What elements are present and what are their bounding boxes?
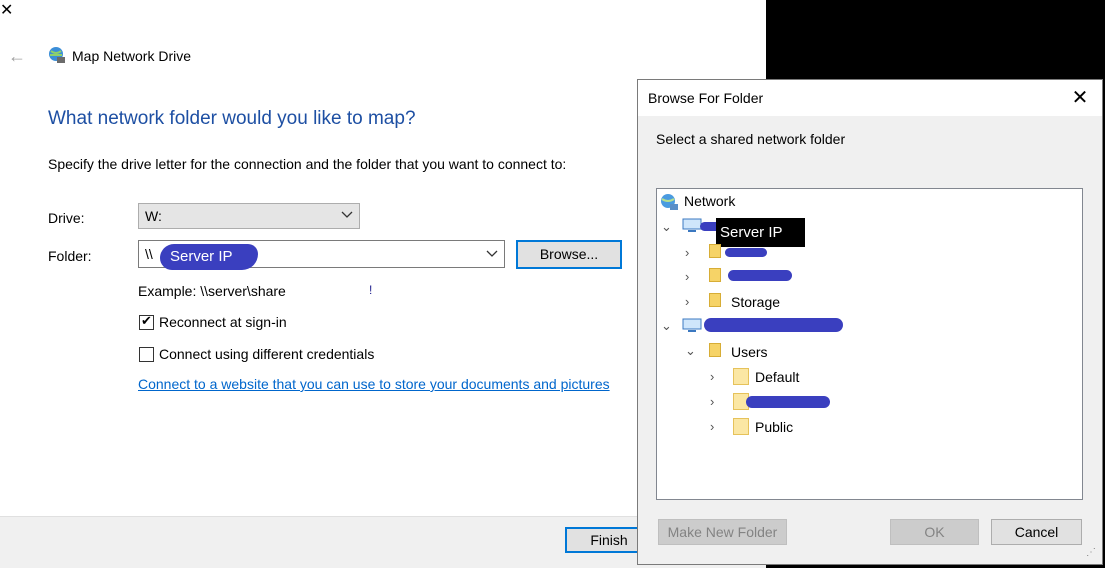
- chevron-down-icon[interactable]: ⌄: [685, 343, 696, 359]
- folder-icon: [709, 268, 721, 282]
- cancel-button[interactable]: Cancel: [991, 519, 1082, 545]
- chevron-right-icon[interactable]: ›: [685, 269, 689, 284]
- resize-grip-icon[interactable]: ⋰: [1086, 547, 1096, 558]
- tree-item-network[interactable]: Network: [684, 193, 735, 209]
- reconnect-checkbox[interactable]: ✔: [139, 313, 154, 330]
- redaction-scribble: [728, 270, 792, 281]
- drive-value: W:: [145, 208, 162, 224]
- folder-label: Folder:: [48, 248, 92, 264]
- checkmark-icon: ✔: [141, 313, 152, 328]
- instruction-text: Specify the drive letter for the connect…: [48, 156, 567, 172]
- folder-icon: [733, 418, 749, 435]
- chevron-right-icon[interactable]: ›: [685, 245, 689, 260]
- browse-button[interactable]: Browse...: [516, 240, 622, 269]
- stray-mark: !: [369, 283, 373, 297]
- redaction-scribble: [746, 396, 830, 408]
- dialog-instruction: Select a shared network folder: [656, 131, 846, 147]
- drive-label: Drive:: [48, 210, 85, 226]
- tree-item-default[interactable]: Default: [755, 369, 799, 385]
- wizard-title: Map Network Drive: [72, 48, 192, 64]
- folder-value: \\: [145, 246, 153, 262]
- folder-icon: [709, 293, 721, 307]
- ok-button[interactable]: OK: [890, 519, 979, 545]
- computer-icon: [682, 218, 702, 232]
- credentials-checkbox[interactable]: [139, 347, 154, 362]
- tree-item-public[interactable]: Public: [755, 419, 793, 435]
- network-drive-icon: [49, 47, 65, 63]
- drive-select[interactable]: W:: [138, 203, 360, 229]
- chevron-right-icon[interactable]: ›: [710, 394, 714, 409]
- example-text: Example: \\server\share: [138, 283, 286, 299]
- chevron-down-icon: [341, 211, 353, 218]
- close-icon[interactable]: ✕: [1070, 88, 1090, 108]
- folder-icon: [733, 368, 749, 385]
- tree-item-storage[interactable]: Storage: [731, 294, 780, 310]
- network-icon: [661, 194, 678, 210]
- tree-item-users[interactable]: Users: [731, 344, 768, 360]
- server-ip-tooltip: Server IP: [716, 218, 805, 247]
- redaction-scribble: [704, 318, 843, 332]
- chevron-right-icon[interactable]: ›: [710, 419, 714, 434]
- make-new-folder-button[interactable]: Make New Folder: [658, 519, 787, 545]
- page-heading: What network folder would you like to ma…: [48, 108, 416, 129]
- credentials-label[interactable]: Connect using different credentials: [159, 346, 374, 362]
- wizard-close-icon[interactable]: ✕: [0, 0, 13, 20]
- chevron-down-icon[interactable]: ⌄: [661, 219, 672, 235]
- back-arrow-icon[interactable]: ←: [8, 46, 28, 66]
- reconnect-label[interactable]: Reconnect at sign-in: [159, 314, 287, 330]
- redaction-scribble: [725, 248, 767, 257]
- website-link[interactable]: Connect to a website that you can use to…: [138, 376, 610, 392]
- chevron-right-icon[interactable]: ›: [710, 369, 714, 384]
- folder-icon: [709, 244, 721, 258]
- computer-icon: [682, 318, 702, 332]
- chevron-down-icon[interactable]: [486, 248, 498, 260]
- redaction-server-ip: Server IP: [160, 244, 258, 270]
- dialog-title: Browse For Folder: [648, 90, 764, 106]
- chevron-down-icon[interactable]: ⌄: [661, 318, 672, 334]
- folder-icon: [709, 343, 721, 357]
- chevron-right-icon[interactable]: ›: [685, 294, 689, 309]
